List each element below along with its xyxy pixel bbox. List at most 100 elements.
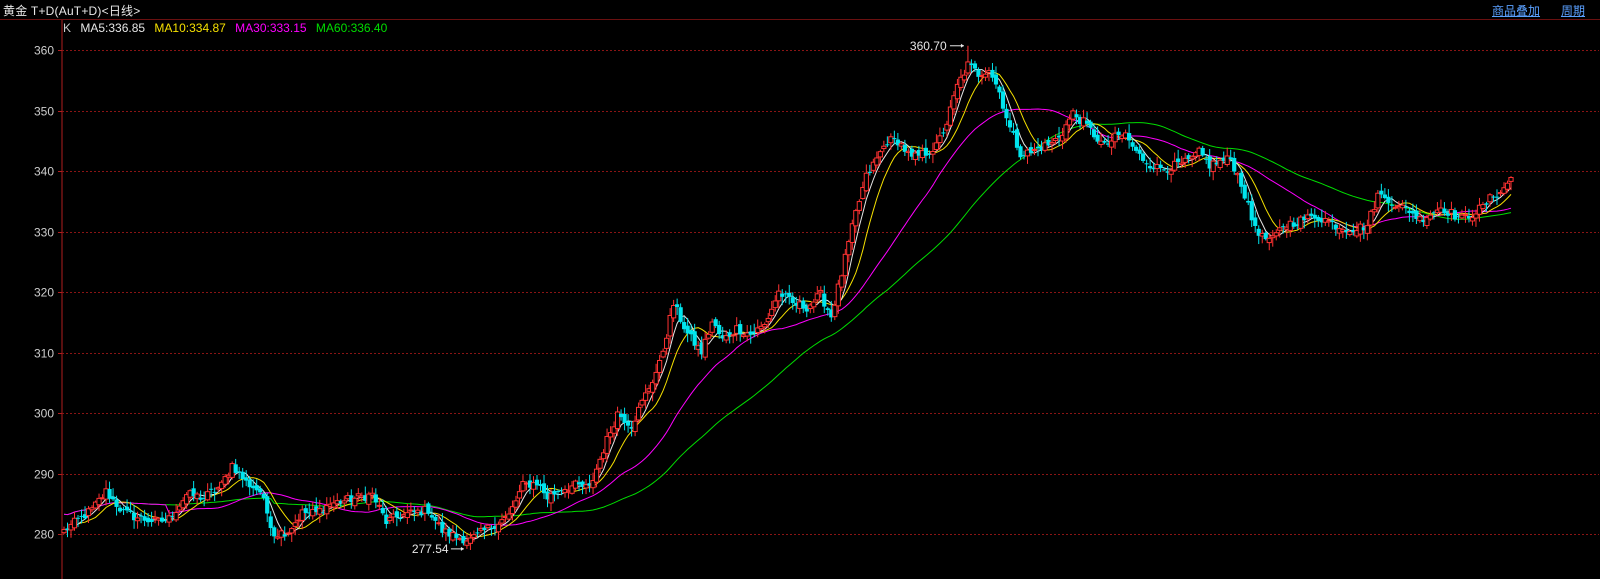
candle-body-down: [1141, 153, 1146, 161]
candle-body-down: [303, 508, 308, 514]
candle-body-up: [1392, 206, 1398, 209]
candle-body-up: [471, 534, 477, 539]
candle-body-up: [635, 406, 642, 421]
candle: [324, 497, 330, 520]
candle-body-up: [660, 350, 666, 358]
candle-body-up: [506, 513, 512, 520]
candle-body-up: [982, 73, 989, 78]
candle: [1018, 144, 1023, 160]
candle-body-down: [1137, 149, 1142, 154]
candle-body-down: [265, 496, 270, 514]
candle-body-up: [572, 480, 579, 489]
ma60-line: [63, 122, 1512, 518]
candle-body-up: [1052, 138, 1059, 142]
candle-body-down: [625, 421, 631, 426]
candle-body-up: [1172, 160, 1178, 171]
candle-body-down: [1014, 129, 1020, 148]
candle-body-down: [867, 171, 872, 173]
ma10-line: [70, 71, 1512, 537]
candle-body-down: [892, 138, 897, 140]
candle-body-up: [604, 435, 610, 454]
candle-body-up: [863, 172, 869, 192]
candle-body-down: [822, 293, 827, 307]
candle: [923, 139, 928, 164]
candle-body-up: [289, 528, 295, 534]
candle: [149, 511, 154, 527]
candle: [160, 511, 165, 523]
candle-body-up: [811, 301, 817, 308]
candle-body-up: [888, 136, 894, 144]
candle: [1462, 206, 1469, 223]
y-tick-label-360: 360: [34, 44, 54, 58]
candle: [1427, 210, 1434, 221]
candle-body-up: [1371, 209, 1377, 213]
candle: [450, 524, 456, 542]
candle-body-down: [675, 304, 680, 307]
candle-body-up: [671, 304, 677, 319]
candle-body-down: [110, 496, 116, 500]
y-tick-label-300: 300: [34, 407, 54, 421]
candle-body-up: [849, 223, 855, 243]
candle-body-up: [643, 392, 649, 401]
candle: [993, 66, 999, 89]
candle-body-down: [678, 307, 683, 322]
candle-body-down: [993, 74, 999, 85]
candle: [888, 133, 894, 150]
candle: [272, 525, 277, 544]
candle-body-up: [96, 497, 102, 506]
candle-body-up: [947, 106, 954, 126]
candle-body-up: [730, 334, 736, 337]
candle: [426, 501, 431, 516]
candle-body-down: [1158, 164, 1163, 169]
candle-body-up: [1462, 213, 1469, 216]
candle: [61, 526, 67, 535]
low-price-label: 277.54: [412, 542, 449, 556]
candle-body-up: [961, 74, 968, 81]
candle-body-up: [772, 300, 778, 309]
candle-body-down: [1144, 163, 1149, 165]
candle-body-down: [394, 511, 399, 518]
candle-body-up: [667, 314, 673, 337]
candle-body-down: [1232, 157, 1237, 172]
candle-body-down: [1452, 210, 1458, 220]
y-tick-label-290: 290: [34, 468, 54, 482]
ma10-layer: [70, 71, 1512, 537]
candlestick-chart[interactable]: 280 290 300 310 320 330 340 350 360 360.70 277.54: [0, 0, 1600, 579]
candle-body-up: [762, 324, 768, 328]
candle: [1386, 189, 1391, 212]
candle-body-down: [1200, 148, 1205, 156]
candle-body-up: [1364, 225, 1370, 234]
candle-body-down: [209, 488, 214, 490]
y-tick-label-280: 280: [34, 528, 54, 542]
annotations-layer: 360.70 277.54: [412, 39, 964, 556]
candle-body-up: [639, 399, 645, 406]
candle-body-up: [930, 150, 936, 155]
candle: [1080, 109, 1087, 131]
y-tick-label-340: 340: [34, 165, 54, 179]
candle-body-up: [1063, 124, 1069, 140]
candle: [622, 407, 627, 431]
candle-body-down: [1176, 158, 1181, 163]
candle: [1399, 199, 1405, 211]
candle: [71, 511, 78, 531]
ma60-layer: [63, 122, 1512, 518]
candle-body-down: [149, 518, 154, 522]
candle-body-up: [818, 289, 824, 293]
candle-body-down: [1389, 204, 1394, 206]
candle-body-up: [765, 317, 771, 323]
y-tick-label-320: 320: [34, 286, 54, 300]
candle-body-up: [495, 523, 502, 533]
candle-body-up: [1427, 214, 1434, 220]
candle: [394, 507, 399, 527]
candle-body-down: [1386, 196, 1391, 203]
candle-body-up: [832, 304, 838, 318]
candle: [660, 348, 666, 359]
candle-body-down: [272, 527, 277, 537]
candle-body-up: [877, 151, 883, 158]
candle-body-down: [373, 494, 378, 503]
candle-body-up: [387, 517, 393, 522]
candle-body-up: [134, 517, 141, 522]
candle-body-up: [653, 371, 659, 385]
high-price-label: 360.70: [910, 39, 947, 53]
candle-body-up: [1273, 232, 1279, 237]
